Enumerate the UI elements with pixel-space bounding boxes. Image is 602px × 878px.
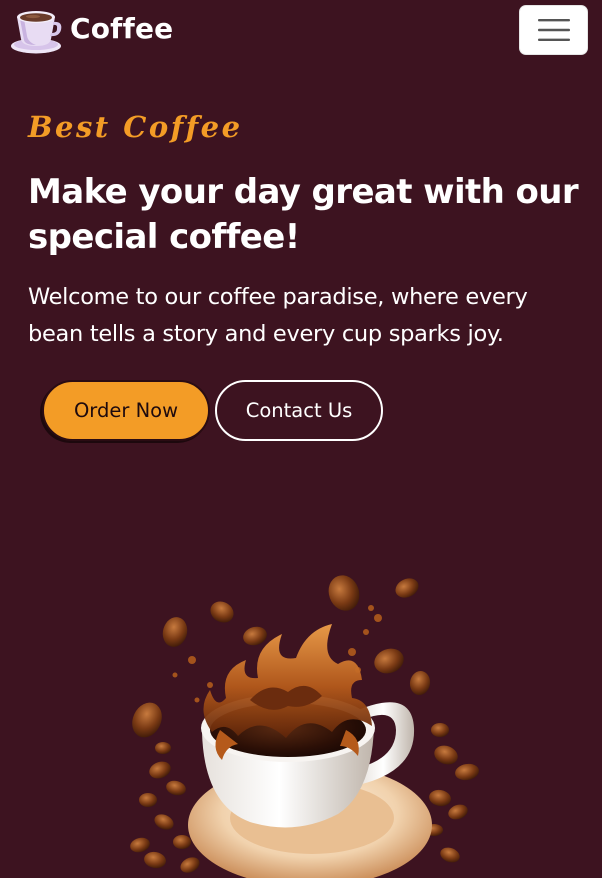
hamburger-menu-icon (537, 19, 570, 41)
navbar: Coffee (0, 0, 602, 58)
coffee-splash-illustration (130, 575, 479, 878)
hero-headline: Make your day great with our special cof… (28, 172, 579, 257)
hero-intro: Welcome to our coffee paradise, where ev… (28, 284, 528, 347)
brand-name: Coffee (70, 11, 174, 45)
menu-toggle-button[interactable] (519, 5, 588, 55)
contact-us-button[interactable]: Contact Us (215, 380, 383, 441)
coffee-cup-icon (11, 11, 62, 54)
order-now-button[interactable]: Order Now (42, 380, 210, 441)
hero-eyebrow: Best Coffee (28, 110, 243, 144)
brand-link[interactable]: Coffee (10, 5, 173, 55)
